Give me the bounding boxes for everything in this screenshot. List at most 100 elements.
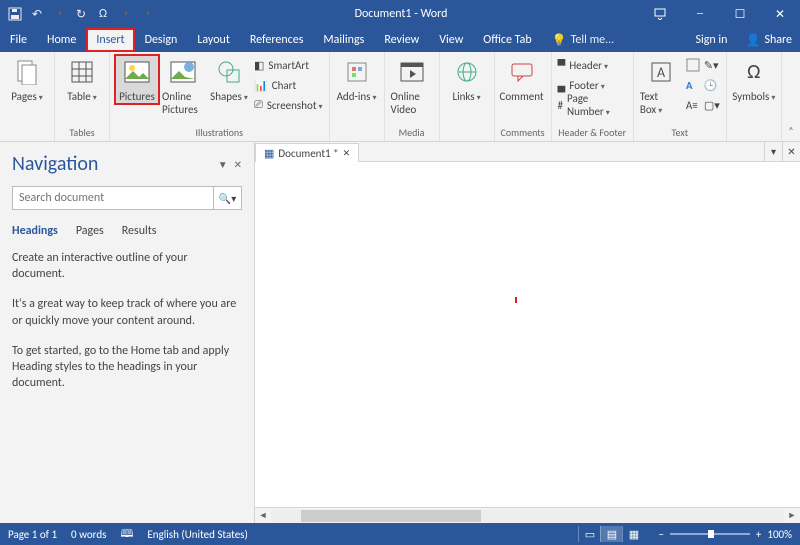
pictures-button[interactable]: Pictures <box>116 56 158 103</box>
tab-officetab[interactable]: Office Tab <box>473 28 541 52</box>
nav-text-2: It's a great way to keep track of where … <box>12 296 242 328</box>
undo-dropdown[interactable] <box>50 5 68 23</box>
minimize-button[interactable]: ─ <box>680 0 720 28</box>
horizontal-scrollbar[interactable]: ◄ ► <box>255 507 800 523</box>
tab-mailings[interactable]: Mailings <box>313 28 374 52</box>
screenshot-icon: ⎚ <box>254 98 263 112</box>
scroll-left-icon[interactable]: ◄ <box>255 510 271 521</box>
page-number-button[interactable]: #Page Number <box>558 96 627 114</box>
nav-menu-icon[interactable]: ▼ <box>218 158 228 171</box>
group-comments: Comment Comments <box>495 52 552 141</box>
tab-view[interactable]: View <box>429 28 473 52</box>
wordart-button[interactable]: A <box>686 76 700 94</box>
nav-search: 🔍▾ <box>12 186 242 210</box>
doctab-close-icon[interactable]: ✕ <box>343 148 351 159</box>
zoom-out[interactable]: − <box>658 528 663 541</box>
online-pictures-button[interactable]: Online Pictures <box>162 56 204 116</box>
scroll-thumb[interactable] <box>301 510 481 522</box>
undo-icon[interactable]: ↶ <box>28 5 46 23</box>
redo-icon[interactable]: ↻ <box>72 5 90 23</box>
smartart-icon: ◧ <box>254 59 264 72</box>
pages-icon <box>11 56 43 88</box>
navigation-pane: Navigation ▼✕ 🔍▾ Headings Pages Results … <box>0 142 255 523</box>
tell-me[interactable]: 💡Tell me... <box>542 28 625 52</box>
tab-file[interactable]: File <box>0 28 37 52</box>
status-bar: Page 1 of 1 0 words 🕮 English (United St… <box>0 523 800 545</box>
tab-layout[interactable]: Layout <box>187 28 240 52</box>
pages-button[interactable]: Pages <box>6 56 48 103</box>
nav-close-icon[interactable]: ✕ <box>234 158 242 171</box>
word-doc-icon: ▦ <box>264 147 274 160</box>
ribbon-collapse[interactable]: ˄ <box>782 52 800 141</box>
quick-parts-button[interactable] <box>686 56 700 74</box>
symbol-dropdown[interactable] <box>116 5 134 23</box>
group-links: Links <box>440 52 495 141</box>
qat-customize[interactable] <box>138 5 156 23</box>
view-web-icon[interactable]: ▦ <box>622 526 644 542</box>
view-print-icon[interactable]: ▤ <box>600 526 622 542</box>
document-tab-bar: ▦ Document1 * ✕ ▾ ✕ <box>255 142 800 162</box>
zoom-level[interactable]: 100% <box>767 528 792 541</box>
status-page[interactable]: Page 1 of 1 <box>8 528 57 541</box>
zoom-slider[interactable] <box>670 533 750 535</box>
title-bar: ↶ ↻ Ω Document1 - Word ─ ☐ ✕ <box>0 0 800 28</box>
status-proof-icon[interactable]: 🕮 <box>120 525 133 544</box>
addins-button[interactable]: Add-ins <box>336 56 378 103</box>
ribbon-tabs: File Home Insert Design Layout Reference… <box>0 28 800 52</box>
header-button[interactable]: ▀Header <box>558 56 627 74</box>
header-icon: ▀ <box>558 59 566 72</box>
group-illustrations: Pictures Online Pictures Shapes ◧SmartAr… <box>110 52 330 141</box>
close-button[interactable]: ✕ <box>760 0 800 28</box>
doctab-close[interactable]: ✕ <box>782 142 800 161</box>
shapes-icon <box>213 56 245 88</box>
chart-button[interactable]: 📊Chart <box>254 76 323 94</box>
zoom-in[interactable]: + <box>756 528 761 541</box>
document-page[interactable] <box>255 162 800 507</box>
nav-tab-headings[interactable]: Headings <box>12 224 58 238</box>
tab-review[interactable]: Review <box>374 28 429 52</box>
sig-line-button[interactable]: ✎▾ <box>704 56 720 74</box>
textbox-button[interactable]: A Text Box <box>640 56 682 116</box>
nav-text-3: To get started, go to the Home tab and a… <box>12 343 242 392</box>
symbols-button[interactable]: Ω Symbols <box>733 56 775 103</box>
textbox-icon: A <box>645 56 677 88</box>
status-words[interactable]: 0 words <box>71 528 106 541</box>
table-button[interactable]: Table <box>61 56 103 103</box>
share-button[interactable]: 👤Share <box>737 28 800 52</box>
view-read-icon[interactable]: ▭ <box>578 526 600 542</box>
screenshot-button[interactable]: ⎚Screenshot <box>254 96 323 114</box>
comment-button[interactable]: Comment <box>501 56 543 103</box>
links-icon <box>451 56 483 88</box>
object-button[interactable]: ▢▾ <box>704 96 720 114</box>
maximize-button[interactable]: ☐ <box>720 0 760 28</box>
tab-insert[interactable]: Insert <box>86 28 134 52</box>
document-tab[interactable]: ▦ Document1 * ✕ <box>255 143 359 162</box>
nav-tab-pages[interactable]: Pages <box>76 224 104 238</box>
tab-references[interactable]: References <box>240 28 314 52</box>
nav-title-row: Navigation ▼ ✕ <box>12 152 242 176</box>
search-button[interactable]: 🔍▾ <box>213 187 241 209</box>
pictures-icon <box>121 56 153 88</box>
smartart-button[interactable]: ◧SmartArt <box>254 56 323 74</box>
symbol-icon[interactable]: Ω <box>94 5 112 23</box>
group-symbols: Ω Symbols <box>727 52 782 141</box>
shapes-button[interactable]: Shapes <box>208 56 250 103</box>
group-media: Online Video Media <box>385 52 440 141</box>
zoom-control: − + 100% <box>658 528 792 541</box>
scroll-right-icon[interactable]: ► <box>784 510 800 521</box>
online-video-button[interactable]: Online Video <box>391 56 433 116</box>
save-icon[interactable] <box>6 5 24 23</box>
sign-in[interactable]: Sign in <box>685 28 737 52</box>
doctab-menu[interactable]: ▾ <box>764 142 782 161</box>
date-time-button[interactable]: 🕒 <box>704 76 720 94</box>
tab-home[interactable]: Home <box>37 28 86 52</box>
nav-title: Navigation <box>12 152 98 176</box>
search-input[interactable] <box>13 187 213 209</box>
nav-tab-results[interactable]: Results <box>122 224 157 238</box>
tab-design[interactable]: Design <box>135 28 188 52</box>
status-language[interactable]: English (United States) <box>147 528 247 541</box>
dropcap-button[interactable]: A≡ <box>686 96 700 114</box>
quick-access-toolbar: ↶ ↻ Ω <box>0 5 162 23</box>
ribbon-options-icon[interactable] <box>640 0 680 28</box>
links-button[interactable]: Links <box>446 56 488 103</box>
